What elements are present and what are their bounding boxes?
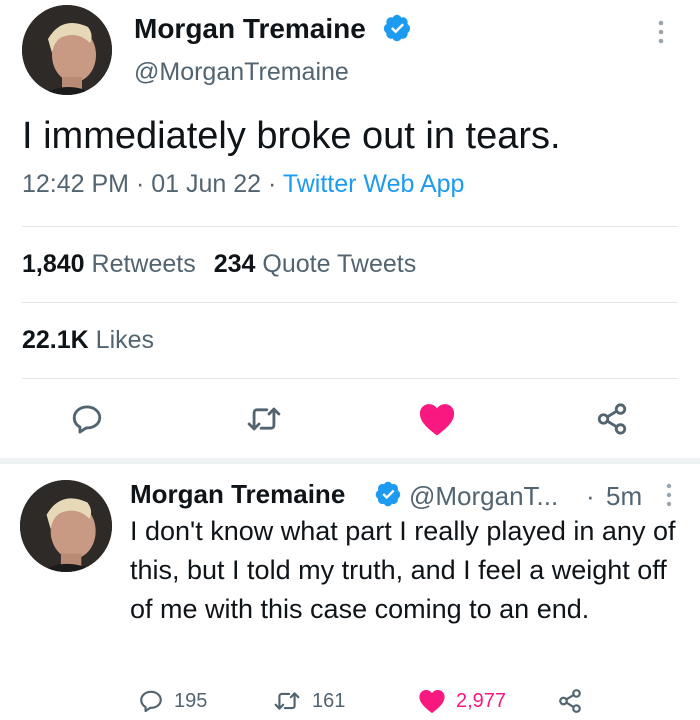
reply-text: I don't know what part I really played i… <box>130 516 676 624</box>
share-icon <box>556 688 584 714</box>
like-action[interactable]: 2,977 <box>418 684 506 718</box>
thread-separator <box>0 458 700 464</box>
meta-dot: · <box>135 170 145 198</box>
reply-count: 195 <box>174 689 208 712</box>
tweet-date[interactable]: 01 Jun 22 <box>151 170 261 198</box>
tweet-time[interactable]: 12:42 PM <box>22 170 129 198</box>
reply-avatar[interactable] <box>20 480 112 572</box>
heart-icon[interactable] <box>418 401 456 437</box>
reply-time[interactable]: 5m <box>606 481 642 512</box>
tweet-text: I immediately broke out in tears. <box>22 115 561 157</box>
avatar[interactable] <box>22 5 112 95</box>
author-name[interactable]: Morgan Tremaine <box>134 13 366 45</box>
engagement-stats: 1,840 Retweets 234 Quote Tweets <box>22 250 416 279</box>
divider <box>22 378 678 379</box>
retweets-stat[interactable]: 1,840 Retweets <box>22 250 196 278</box>
verified-badge-icon <box>382 13 412 43</box>
like-count: 2,977 <box>456 689 507 712</box>
likes-count: 22.1K <box>22 326 89 354</box>
reply-action[interactable]: 195 <box>138 684 207 718</box>
likes-label: Likes <box>95 326 155 354</box>
reply-dot: · <box>586 481 595 511</box>
tweet-meta: 12:42 PM · 01 Jun 22 · Twitter Web App <box>22 170 464 199</box>
share-icon[interactable] <box>594 402 630 436</box>
retweet-icon[interactable] <box>245 402 283 436</box>
quotes-stat[interactable]: 234 Quote Tweets <box>214 250 416 278</box>
retweets-count: 1,840 <box>22 250 85 278</box>
reply-author-name[interactable]: Morgan Tremaine <box>130 479 345 510</box>
quotes-count: 234 <box>213 250 256 278</box>
retweets-label: Retweets <box>91 250 196 278</box>
more-vertical-icon[interactable] <box>651 18 671 46</box>
tweet-source[interactable]: Twitter Web App <box>283 170 465 198</box>
meta-dot: · <box>268 170 277 198</box>
share-action[interactable] <box>556 684 584 718</box>
more-vertical-icon[interactable] <box>661 482 677 508</box>
retweet-action[interactable]: 161 <box>272 684 345 718</box>
reply-author-handle[interactable]: @MorganT... <box>409 481 558 512</box>
likes-stat[interactable]: 22.1K Likes <box>22 326 154 355</box>
divider <box>22 226 678 227</box>
retweet-count: 161 <box>312 689 346 712</box>
heart-icon <box>418 688 446 714</box>
author-handle[interactable]: @MorganTremaine <box>134 58 349 87</box>
retweet-icon <box>272 688 302 714</box>
divider <box>22 302 678 303</box>
quotes-label: Quote Tweets <box>262 250 417 278</box>
reply-icon[interactable] <box>70 402 104 436</box>
verified-badge-icon <box>374 480 402 508</box>
reply-icon <box>138 688 164 714</box>
